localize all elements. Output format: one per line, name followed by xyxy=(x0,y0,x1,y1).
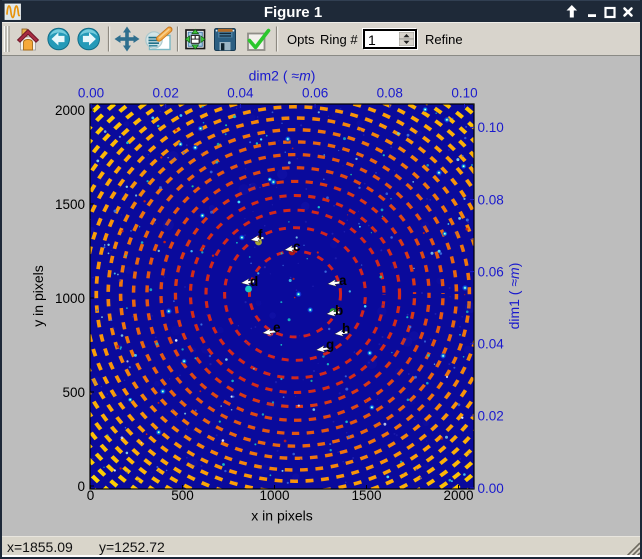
svg-text:0: 0 xyxy=(77,479,85,494)
svg-text:a: a xyxy=(339,273,347,288)
svg-text:0.02: 0.02 xyxy=(478,409,504,424)
svg-text:dim1 ( ≈m): dim1 ( ≈m) xyxy=(506,263,522,330)
svg-text:dim2 ( ≈m): dim2 ( ≈m) xyxy=(249,68,316,84)
svg-text:1000: 1000 xyxy=(55,291,85,306)
svg-text:h: h xyxy=(342,321,350,336)
svg-text:c: c xyxy=(293,239,301,254)
svg-text:0.06: 0.06 xyxy=(478,264,504,279)
svg-text:y in pixels: y in pixels xyxy=(30,265,46,326)
svg-text:b: b xyxy=(335,303,343,318)
svg-text:500: 500 xyxy=(171,488,194,503)
svg-text:0.00: 0.00 xyxy=(478,481,504,496)
svg-text:0.10: 0.10 xyxy=(451,86,477,101)
svg-text:0.04: 0.04 xyxy=(478,337,505,352)
svg-text:0.04: 0.04 xyxy=(227,86,254,101)
svg-text:1500: 1500 xyxy=(55,197,85,212)
svg-text:0.10: 0.10 xyxy=(478,120,504,135)
svg-text:1500: 1500 xyxy=(351,488,381,503)
svg-text:d: d xyxy=(250,274,258,289)
svg-text:2000: 2000 xyxy=(443,488,473,503)
svg-text:0.02: 0.02 xyxy=(153,86,179,101)
svg-text:2000: 2000 xyxy=(55,103,85,118)
svg-text:e: e xyxy=(273,320,281,335)
svg-text:0.08: 0.08 xyxy=(478,192,504,207)
svg-text:x in pixels: x in pixels xyxy=(251,508,312,524)
svg-text:0.06: 0.06 xyxy=(302,86,328,101)
svg-text:0.08: 0.08 xyxy=(377,86,403,101)
svg-text:0.00: 0.00 xyxy=(78,86,104,101)
svg-text:f: f xyxy=(258,227,263,242)
svg-text:g: g xyxy=(326,337,334,352)
svg-text:1000: 1000 xyxy=(259,488,289,503)
svg-text:0: 0 xyxy=(87,488,95,503)
svg-text:500: 500 xyxy=(62,385,85,400)
